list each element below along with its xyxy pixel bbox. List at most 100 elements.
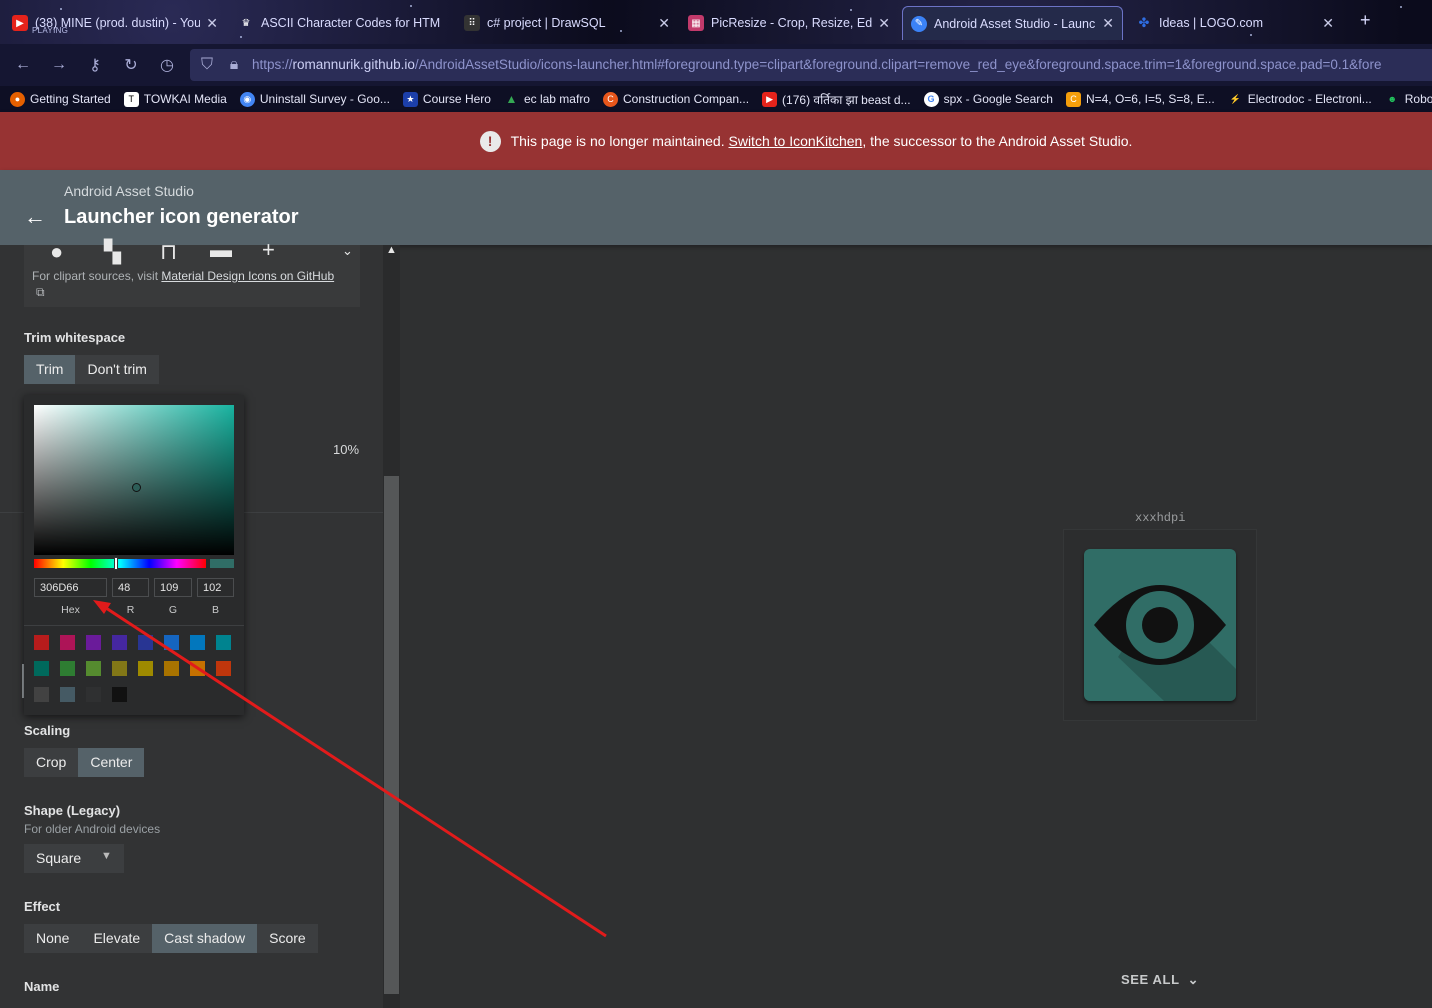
add-icon[interactable]: + xyxy=(262,237,275,263)
external-link-icon[interactable]: ⧉ xyxy=(36,285,45,300)
bookmark-label: ec lab mafro xyxy=(523,92,590,106)
name-label: Name xyxy=(24,979,60,994)
color-swatch[interactable] xyxy=(112,635,127,650)
new-tab-button[interactable]: + xyxy=(1360,10,1371,31)
red-input[interactable] xyxy=(112,578,149,597)
youtube-icon: ▶ xyxy=(762,91,778,107)
bookmark-ec-lab[interactable]: ▲ ec lab mafro xyxy=(504,92,590,107)
account-tree-icon[interactable]: ▚ xyxy=(104,239,121,265)
google-icon: G xyxy=(923,91,939,107)
color-swatch[interactable] xyxy=(216,635,231,650)
bookmark-icon[interactable]: ⊓ xyxy=(160,239,177,265)
crop-option[interactable]: Crop xyxy=(24,748,78,777)
close-icon[interactable]: ✕ xyxy=(1322,15,1334,32)
color-swatch[interactable] xyxy=(190,635,205,650)
tab-drawsql[interactable]: ⠿ c# project | DrawSQL ✕ xyxy=(456,6,678,40)
bookmark-spx[interactable]: Gspx - Google Search xyxy=(923,91,1053,107)
tab-asset-studio[interactable]: ✎ Android Asset Studio - Launche ✕ xyxy=(902,6,1123,40)
tab-logo-com[interactable]: ✤ Ideas | LOGO.com ✕ xyxy=(1128,6,1342,40)
color-swatch[interactable] xyxy=(60,661,75,676)
shape-select[interactable]: Square ▼ xyxy=(24,844,124,873)
color-swatch[interactable] xyxy=(86,687,101,702)
hex-input[interactable] xyxy=(34,578,107,597)
color-swatch[interactable] xyxy=(86,635,101,650)
saturation-cursor[interactable] xyxy=(132,483,141,492)
bookmark-n4[interactable]: C N=4, O=6, I=5, S=8, E... xyxy=(1065,91,1215,107)
effect-elevate-option[interactable]: Elevate xyxy=(81,924,152,953)
shield-icon[interactable]: ⛉ xyxy=(196,54,218,76)
tab-title: Ideas | LOGO.com xyxy=(1159,16,1263,30)
bookmark-electrodoc[interactable]: ⚡ Electrodoc - Electroni... xyxy=(1228,92,1372,107)
color-swatch[interactable] xyxy=(60,635,75,650)
saturation-area[interactable] xyxy=(34,405,234,555)
color-swatch[interactable] xyxy=(138,661,153,676)
close-icon[interactable]: ✕ xyxy=(1102,15,1114,32)
trim-toggle: Trim Don't trim xyxy=(24,355,159,384)
address-bar[interactable]: ⛉ 🔒︎ https://romannurik.github.io/Androi… xyxy=(190,49,1432,81)
bookmark-youtube-176[interactable]: ▶ (176) वर्तिका झा beast d... xyxy=(762,91,911,108)
effect-none-option[interactable]: None xyxy=(24,924,81,953)
color-swatch[interactable] xyxy=(164,635,179,650)
color-swatch[interactable] xyxy=(112,687,127,702)
back-arrow-icon[interactable]: ← xyxy=(24,204,46,230)
material-icons-link[interactable]: Material Design Icons on GitHub xyxy=(161,269,334,283)
green-input[interactable] xyxy=(154,578,192,597)
close-icon[interactable]: ✕ xyxy=(206,15,218,32)
center-option[interactable]: Center xyxy=(78,748,145,777)
history-icon[interactable]: ◷ xyxy=(156,54,178,76)
hue-slider[interactable] xyxy=(34,559,206,568)
color-swatch[interactable] xyxy=(138,635,153,650)
tab-picresize[interactable]: ▦ PicResize - Crop, Resize, Edit im ✕ xyxy=(680,6,898,40)
android-icon[interactable]: ▬ xyxy=(210,237,232,263)
color-swatch[interactable] xyxy=(190,661,205,676)
hex-label: Hex xyxy=(61,604,80,616)
color-swatch[interactable] xyxy=(60,687,75,702)
dont-trim-option[interactable]: Don't trim xyxy=(75,355,158,384)
bookmark-construction[interactable]: C Construction Compan... xyxy=(602,91,749,107)
color-swatch[interactable] xyxy=(34,687,49,702)
bookmark-getting-started[interactable]: ● Getting Started xyxy=(10,91,111,107)
effect-cast-shadow-option[interactable]: Cast shadow xyxy=(152,924,258,953)
youtube-icon: ▶ xyxy=(12,15,28,31)
launcher-icon-preview xyxy=(1084,549,1236,701)
color-swatch[interactable] xyxy=(34,635,49,650)
trim-option[interactable]: Trim xyxy=(24,355,76,384)
blue-input[interactable] xyxy=(197,578,234,597)
electrodoc-icon: ⚡ xyxy=(1229,93,1241,104)
bookmark-robodoc[interactable]: ☻ RoboDoc xyxy=(1385,92,1432,107)
bookmark-course-hero[interactable]: ★ Course Hero xyxy=(402,91,491,107)
see-all-button[interactable]: SEE ALL ⌄ xyxy=(1121,972,1199,988)
scrollbar-thumb[interactable] xyxy=(384,476,399,994)
bookmark-label: TOWKAI Media xyxy=(143,92,227,106)
color-swatch[interactable] xyxy=(112,661,127,676)
iconkitchen-link[interactable]: Switch to IconKitchen xyxy=(729,133,863,149)
color-swatch[interactable] xyxy=(86,661,101,676)
effect-score-option[interactable]: Score xyxy=(257,924,318,953)
url-text[interactable]: https://romannurik.github.io/AndroidAsse… xyxy=(252,57,1381,72)
color-swatch[interactable] xyxy=(216,661,231,676)
scroll-up-icon[interactable]: ▲ xyxy=(384,244,399,262)
back-button[interactable]: ← xyxy=(12,54,34,76)
chevron-down-icon[interactable]: ⌄ xyxy=(342,243,353,259)
effect-toggle: None Elevate Cast shadow Score xyxy=(24,924,318,953)
tab-title: ASCII Character Codes for HTM xyxy=(261,16,441,30)
close-icon[interactable]: ✕ xyxy=(878,15,890,32)
reload-button[interactable]: ↻ xyxy=(120,54,142,76)
key-icon[interactable]: ⚷ xyxy=(84,54,106,76)
blue-label: B xyxy=(211,604,219,616)
color-picker-popup: Hex R G B xyxy=(24,395,244,715)
hue-slider-handle[interactable] xyxy=(114,557,118,570)
clipart-source-text: For clipart sources, visit xyxy=(32,269,162,283)
bookmark-uninstall-survey[interactable]: ◉ Uninstall Survey - Goo... xyxy=(239,91,390,107)
lock-icon[interactable]: 🔒︎ xyxy=(223,54,245,76)
account-icon[interactable]: ● xyxy=(50,239,63,265)
color-swatch[interactable] xyxy=(164,661,179,676)
browser-nav-bar: ← → ⚷ ↻ ◷ ⛉ 🔒︎ https://romannurik.github… xyxy=(0,44,1432,86)
forward-button[interactable]: → xyxy=(48,54,70,76)
tab-ascii[interactable]: ♛ ASCII Character Codes for HTM xyxy=(230,6,452,40)
bookmark-label: RoboDoc xyxy=(1404,92,1432,106)
bookmark-towkai[interactable]: T TOWKAI Media xyxy=(123,91,227,107)
robot-icon: ☻ xyxy=(1387,94,1397,104)
color-swatch[interactable] xyxy=(34,661,49,676)
close-icon[interactable]: ✕ xyxy=(658,15,670,32)
